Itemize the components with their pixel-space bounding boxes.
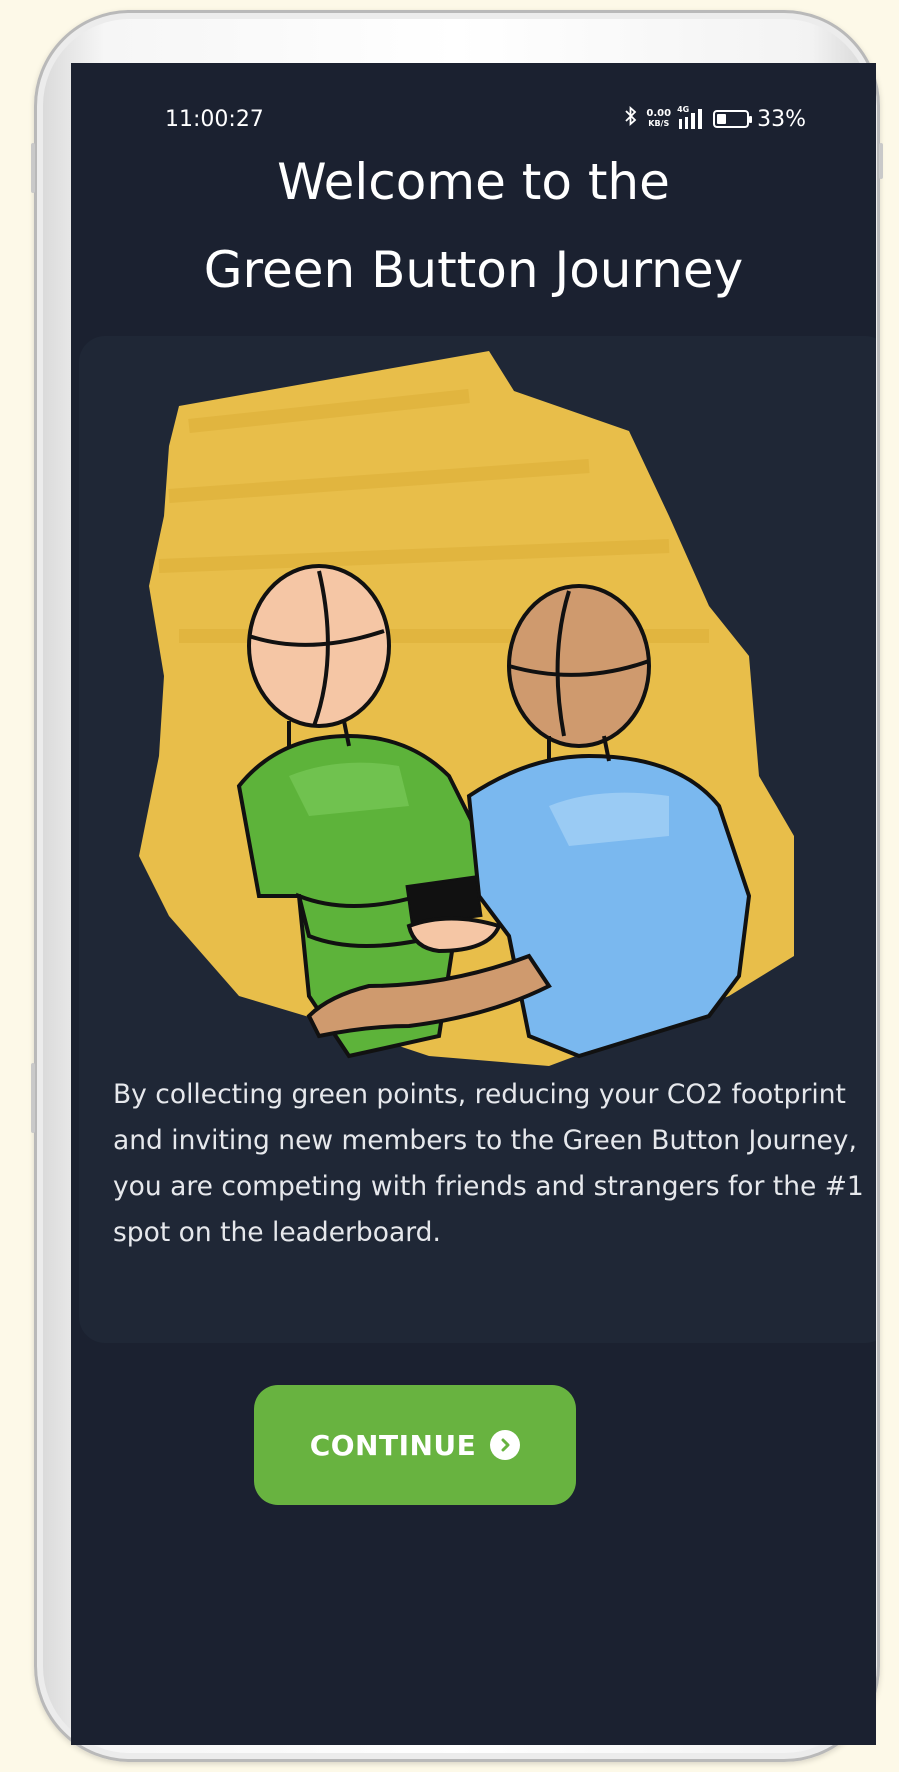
battery-fill: [717, 114, 727, 124]
intro-description: By collecting green points, reducing you…: [113, 1079, 864, 1248]
phone-side-button: [31, 143, 35, 193]
two-people-handshake-illustration: [139, 351, 794, 1066]
chevron-right-circle-icon: [490, 1430, 521, 1460]
net-speed-value: 0.00: [646, 108, 672, 119]
phone-side-button: [879, 143, 883, 179]
network-type: 4G: [677, 105, 690, 114]
status-bar: 11:00:27 0.00 KB/S 4G 33%: [71, 63, 876, 133]
intro-card: By collecting green points, reducing you…: [79, 336, 876, 1343]
signal-icon: 4G: [677, 105, 705, 129]
net-speed: 0.00 KB/S: [646, 109, 671, 129]
bluetooth-icon: [624, 105, 638, 133]
title-line-1: Welcome to the: [277, 153, 670, 211]
battery-percent: 33%: [757, 106, 806, 132]
title-line-2: Green Button Journey: [203, 241, 744, 299]
status-icons: 0.00 KB/S 4G 33%: [624, 105, 806, 133]
app-screen: 11:00:27 0.00 KB/S 4G 33% Welcome to the…: [71, 63, 876, 1745]
status-clock: 11:00:27: [165, 107, 264, 132]
net-speed-unit: KB/S: [648, 119, 670, 128]
page-title: Welcome to the Green Button Journey: [71, 138, 876, 314]
continue-button-label: CONTINUE: [309, 1428, 477, 1462]
battery-icon: [713, 110, 753, 128]
continue-button[interactable]: CONTINUE: [254, 1385, 576, 1505]
phone-side-button: [31, 1063, 35, 1133]
